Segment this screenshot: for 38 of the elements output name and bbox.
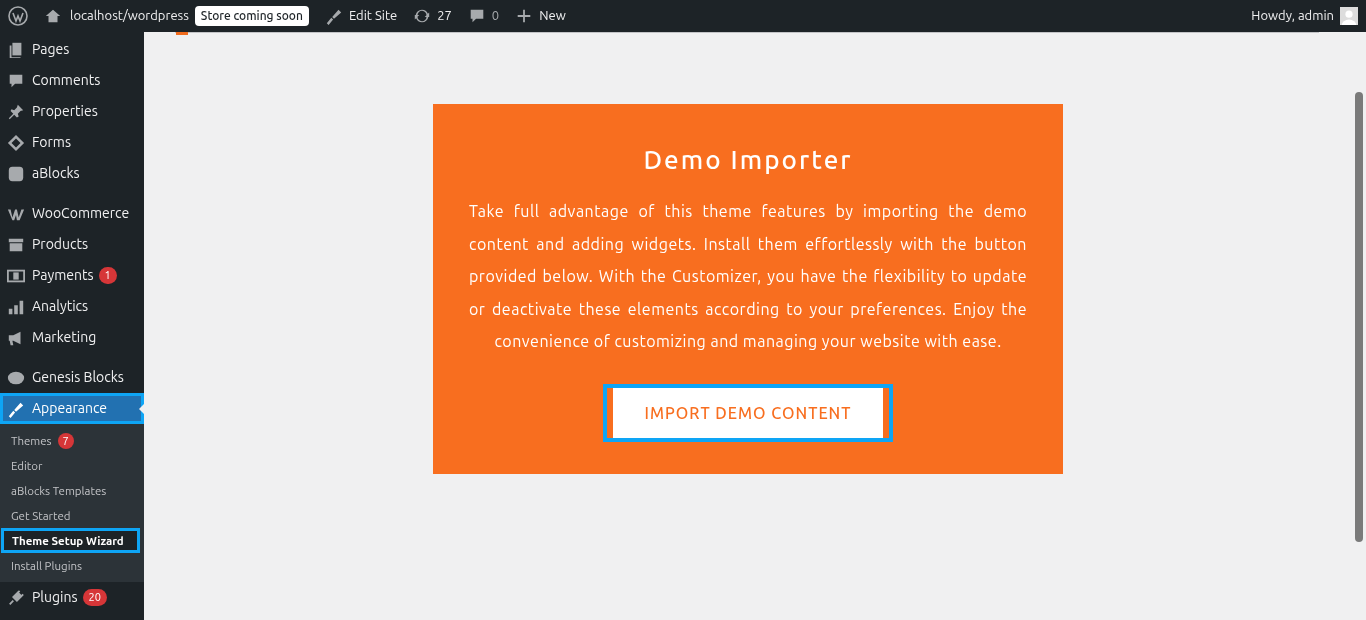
- menu-item[interactable]: Genesis Blocks: [0, 362, 144, 393]
- update-count: 27: [437, 7, 452, 25]
- diamond-icon[interactable]: [7, 133, 25, 152]
- menu-item[interactable]: Payments 1: [0, 260, 144, 291]
- card-description: Take full advantage of this theme features by importing the demo content and adding widgets. Install them effortlessly with the button provided below. With the Customizer, you have the flexibility to update or deactivate these elements according to your preferences. Enjoy the convenience of customizing and managing your website with ease.: [468, 201, 1028, 352]
- square-icon[interactable]: [7, 164, 25, 183]
- refresh-icon[interactable]: [413, 7, 432, 25]
- menu-item[interactable]: Pages: [0, 34, 144, 65]
- site-link[interactable]: localhost/wordpress: [70, 6, 189, 26]
- menu-item[interactable]: Plugins 20: [0, 582, 144, 613]
- comment-count: 0: [491, 7, 500, 25]
- home-icon[interactable]: [44, 7, 62, 25]
- edit-site-link[interactable]: Edit Site: [348, 6, 398, 26]
- menu-item[interactable]: WooCommerce: [0, 198, 144, 229]
- menu-item[interactable]: Marketing: [0, 322, 144, 353]
- brush-icon[interactable]: [324, 7, 343, 25]
- submenu-item[interactable]: Editor: [0, 453, 144, 478]
- submenu-item[interactable]: Get Started: [0, 503, 144, 528]
- menu-item[interactable]: Comments: [0, 65, 144, 96]
- store-status-badge[interactable]: Store coming soon: [194, 6, 309, 26]
- menu-item[interactable]: Analytics: [0, 291, 144, 322]
- greeting[interactable]: Howdy, admin: [1251, 6, 1334, 26]
- menu-item[interactable]: Forms: [0, 127, 144, 158]
- card-title: Demo Importer: [643, 144, 853, 176]
- submenu-item[interactable]: Install Plugins: [0, 553, 144, 578]
- wordpress-logo-icon[interactable]: [8, 6, 28, 26]
- menu-item[interactable]: Products: [0, 229, 144, 260]
- menu-item[interactable]: Properties: [0, 96, 144, 127]
- menu-pointer-icon: [139, 404, 144, 414]
- plug-icon[interactable]: [7, 588, 25, 607]
- menu-item[interactable]: Appearance: [0, 393, 144, 424]
- accent-mark: [176, 32, 188, 35]
- submenu-item[interactable]: Theme Setup Wizard: [1, 528, 140, 553]
- pin-icon[interactable]: [7, 102, 25, 121]
- submenu-item[interactable]: aBlocks Templates: [0, 478, 144, 503]
- new-link[interactable]: New: [539, 6, 566, 26]
- submenu-item[interactable]: Themes 7: [0, 428, 144, 453]
- menu-item[interactable]: aBlocks: [0, 158, 144, 189]
